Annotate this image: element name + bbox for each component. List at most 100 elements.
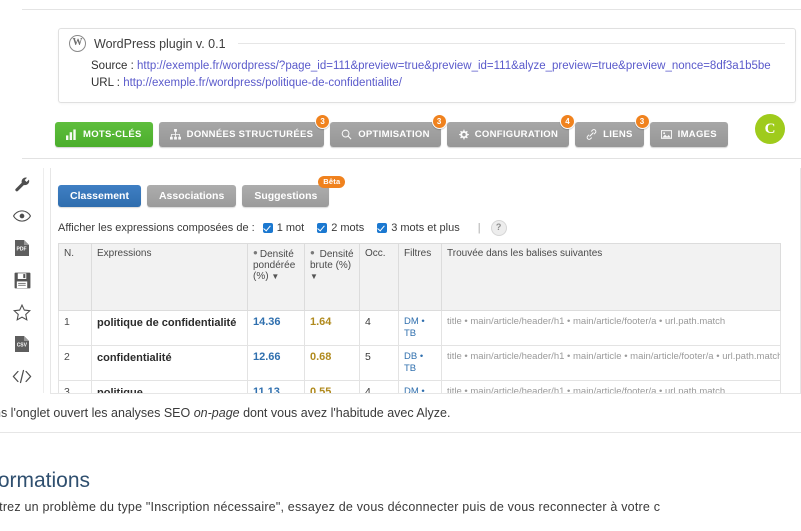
pdf-icon[interactable]: PDF	[0, 232, 44, 264]
filter-separator: |	[477, 222, 481, 234]
col-header-densite-ponderee[interactable]: ● Densité pondérée (%) ▼	[247, 243, 305, 311]
cell-occ: 4	[359, 380, 399, 393]
table-header-row: N. Expressions ● Densité pondérée (%) ▼ ●…	[58, 243, 781, 311]
tabs-underline	[22, 158, 801, 159]
section-divider	[0, 432, 801, 433]
help-icon[interactable]: ?	[490, 220, 507, 236]
checkbox-checked-icon[interactable]	[262, 223, 273, 233]
wordpress-icon: W	[69, 35, 86, 52]
col-header-tags[interactable]: Trouvée dans les balises suivantes	[441, 243, 781, 311]
tool-rail: PDF CSV	[0, 168, 44, 393]
wordpress-plugin-panel: W WordPress plugin v. 0.1 Source : http:…	[58, 28, 796, 103]
panel-body: Source : http://exemple.fr/wordpress/?pa…	[59, 56, 795, 102]
source-label: Source :	[91, 60, 134, 72]
tab-badge: 4	[560, 114, 576, 129]
table-head: N. Expressions ● Densité pondérée (%) ▼ ●…	[58, 243, 781, 311]
page-url-link[interactable]: http://exemple.fr/wordpress/politique-de…	[123, 77, 402, 89]
tab-badge: 3	[634, 114, 650, 129]
cell-filtres: DB • TB	[398, 345, 442, 381]
csv-icon[interactable]: CSV	[0, 328, 44, 360]
sub-tab-strip: Classement Associations Suggestions Bêta	[58, 176, 346, 207]
save-icon[interactable]	[0, 264, 44, 296]
sort-desc-icon: ▼	[310, 272, 318, 281]
subtab-classement[interactable]: Classement	[58, 185, 141, 207]
filter-option-3-mots[interactable]: 3 mots et plus	[377, 222, 460, 234]
cell-n: 1	[58, 310, 92, 346]
filter-label: Afficher les expressions composées de :	[58, 222, 255, 234]
col-header-occ[interactable]: Occ.	[359, 243, 399, 311]
filter-option-label: 1 mot	[276, 222, 305, 234]
bullet-icon: ●	[253, 248, 258, 257]
tab-mots-cles[interactable]: MOTS-CLÉS	[55, 122, 153, 147]
page-root: W WordPress plugin v. 0.1 Source : http:…	[0, 0, 801, 531]
search-icon	[341, 129, 352, 140]
keywords-table: N. Expressions ● Densité pondérée (%) ▼ ●…	[58, 243, 781, 393]
subtab-associations[interactable]: Associations	[146, 185, 237, 207]
tab-badge: 3	[315, 114, 331, 129]
gear-icon	[458, 129, 469, 140]
col-header-expressions[interactable]: Expressions	[91, 243, 248, 311]
col-header-densite-brute[interactable]: ● Densité brute (%) ▼	[304, 243, 360, 311]
col-header-filtres[interactable]: Filtres	[398, 243, 442, 311]
section-heading: formations	[0, 469, 91, 493]
sitemap-icon	[169, 129, 181, 140]
cell-densite-brute: 1.64	[304, 310, 360, 346]
eye-icon[interactable]	[0, 200, 44, 232]
intro-paragraph: ns l'onglet ouvert les analyses SEO on-p…	[0, 406, 801, 420]
checkbox-checked-icon[interactable]	[377, 223, 388, 233]
table-row[interactable]: 3 politique 11.13 0.55 4 DM • title • ma…	[58, 380, 781, 393]
subtab-label: Associations	[158, 190, 225, 202]
table-row[interactable]: 1 politique de confidentialité 14.36 1.6…	[58, 310, 781, 346]
cell-n: 2	[58, 345, 92, 381]
beta-badge: Bêta	[318, 176, 346, 188]
svg-text:PDF: PDF	[17, 247, 27, 253]
star-icon[interactable]	[0, 296, 44, 328]
tab-badge: 3	[431, 114, 447, 129]
wrench-icon[interactable]	[0, 168, 44, 200]
top-divider	[0, 0, 801, 10]
tab-label: CONFIGURATION	[474, 129, 559, 140]
cell-occ: 5	[359, 345, 399, 381]
tab-label: IMAGES	[677, 129, 717, 140]
subtab-label: Classement	[70, 190, 129, 202]
cell-filtres: DM • TB	[398, 310, 442, 346]
table-row[interactable]: 2 confidentialité 12.66 0.68 5 DB • TB t…	[58, 345, 781, 381]
code-icon[interactable]	[0, 360, 44, 392]
col-header-label: Densité brute (%)	[310, 249, 354, 271]
source-url-link[interactable]: http://exemple.fr/wordpress/?page_id=111…	[137, 60, 771, 72]
intro-text-before: ns l'onglet ouvert les analyses SEO	[0, 406, 194, 420]
col-header-n[interactable]: N.	[58, 243, 92, 311]
info-paragraph: ntrez un problème du type "Inscription n…	[0, 500, 661, 514]
main-tab-strip: MOTS-CLÉS DONNÉES STRUCTURÉES 3 OPTIMISA…	[55, 114, 728, 147]
checkbox-checked-icon[interactable]	[317, 223, 328, 233]
tab-donnees-structurees[interactable]: DONNÉES STRUCTURÉES 3	[158, 114, 331, 147]
image-icon	[660, 129, 672, 140]
keywords-table-wrap[interactable]: N. Expressions ● Densité pondérée (%) ▼ ●…	[58, 243, 781, 393]
subtab-suggestions[interactable]: Suggestions Bêta	[242, 176, 346, 207]
cell-tags: title • main/article/header/h1 • main/ar…	[441, 380, 781, 393]
intro-text-after: dont vous avez l'habitude avec Alyze.	[239, 406, 451, 420]
tab-label: LIENS	[603, 129, 633, 140]
intro-text-emphasis: on-page	[193, 406, 240, 420]
bullet-icon: ●	[310, 248, 315, 257]
svg-text:CSV: CSV	[17, 343, 28, 349]
filter-option-1-mot[interactable]: 1 mot	[262, 222, 305, 234]
cell-tags: title • main/article/header/h1 • main/ar…	[441, 310, 781, 346]
tab-images[interactable]: IMAGES	[649, 122, 728, 147]
filter-option-label: 2 mots	[331, 222, 365, 234]
tab-configuration[interactable]: CONFIGURATION 4	[446, 114, 576, 147]
tab-liens[interactable]: LIENS 3	[575, 114, 650, 147]
panel-legend: W WordPress plugin v. 0.1	[59, 29, 795, 56]
cell-densite-brute: 0.55	[304, 380, 360, 393]
panel-legend-label: WordPress plugin v. 0.1	[94, 36, 226, 51]
cell-occ: 4	[359, 310, 399, 346]
cell-densite-ponderee: 11.13	[247, 380, 305, 393]
legend-divider	[237, 43, 785, 44]
expression-filter-row: Afficher les expressions composées de : …	[58, 220, 507, 236]
cell-filtres: DM •	[398, 380, 442, 393]
sort-desc-icon: ▼	[271, 272, 280, 281]
subtab-label: Suggestions	[254, 190, 318, 202]
filter-option-2-mots[interactable]: 2 mots	[317, 222, 364, 234]
tab-optimisation[interactable]: OPTIMISATION 3	[330, 114, 447, 147]
tab-label: DONNÉES STRUCTURÉES	[186, 129, 314, 140]
